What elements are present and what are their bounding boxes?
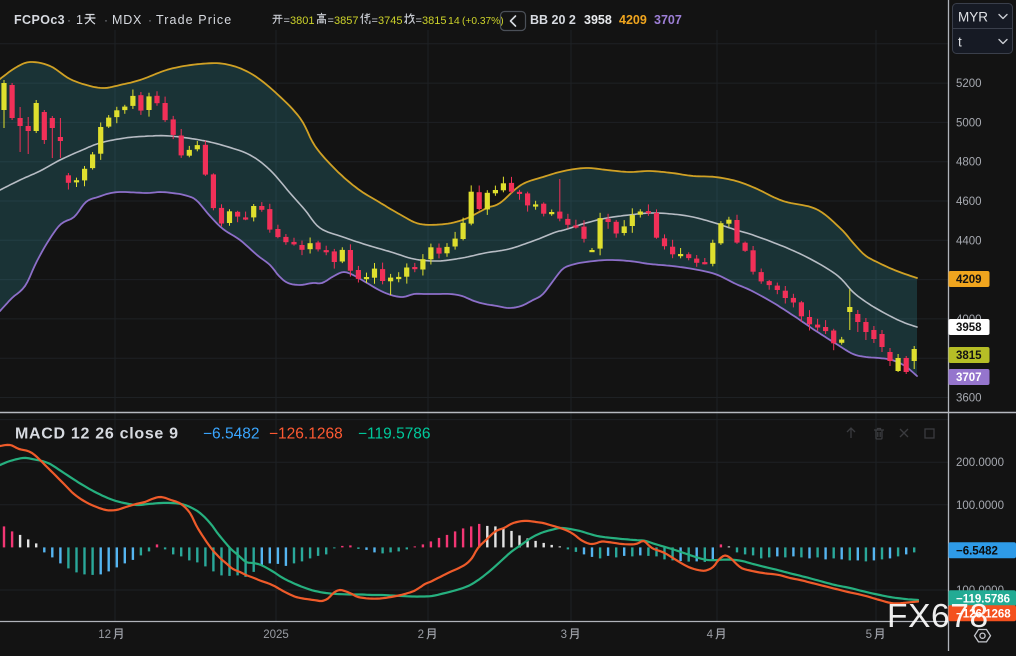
svg-text:4: 4 bbox=[707, 629, 714, 641]
svg-text:3: 3 bbox=[561, 629, 567, 641]
svg-text:4600: 4600 bbox=[956, 196, 982, 208]
svg-text:FCPOc3: FCPOc3 bbox=[14, 13, 65, 27]
svg-text:14: 14 bbox=[448, 15, 460, 27]
svg-text:·: · bbox=[148, 13, 152, 27]
svg-text:2025: 2025 bbox=[263, 629, 289, 641]
svg-text:12: 12 bbox=[98, 629, 111, 641]
svg-text:3857: 3857 bbox=[334, 15, 358, 27]
svg-text:3707: 3707 bbox=[654, 13, 682, 27]
svg-text:−126.1268: −126.1268 bbox=[269, 426, 343, 443]
svg-text:4400: 4400 bbox=[956, 235, 982, 247]
svg-text:−119.5786: −119.5786 bbox=[358, 426, 431, 443]
svg-text:2: 2 bbox=[418, 629, 424, 641]
svg-text:200.0000: 200.0000 bbox=[956, 457, 1004, 469]
svg-text:=: = bbox=[416, 15, 422, 27]
svg-text:=: = bbox=[328, 15, 334, 27]
svg-text:t: t bbox=[958, 35, 962, 50]
svg-text:3707: 3707 bbox=[956, 372, 982, 384]
svg-text:4209: 4209 bbox=[619, 13, 647, 27]
svg-text:3600: 3600 bbox=[956, 393, 982, 405]
svg-text:5200: 5200 bbox=[956, 78, 982, 90]
svg-text:BB 20 2: BB 20 2 bbox=[530, 13, 576, 27]
svg-text:3815: 3815 bbox=[956, 350, 982, 362]
svg-text:1: 1 bbox=[76, 13, 83, 27]
svg-text:−6.5482: −6.5482 bbox=[203, 426, 259, 443]
svg-text:·: · bbox=[104, 13, 108, 27]
svg-text:MACD 12 26 close 9: MACD 12 26 close 9 bbox=[15, 426, 179, 443]
svg-text:3801: 3801 bbox=[290, 15, 314, 27]
svg-text:·: · bbox=[67, 13, 71, 27]
svg-text:3958: 3958 bbox=[956, 322, 982, 334]
svg-text:=: = bbox=[372, 15, 378, 27]
svg-text:=: = bbox=[284, 15, 290, 27]
svg-text:3745: 3745 bbox=[378, 15, 402, 27]
svg-text:(+0.37%): (+0.37%) bbox=[462, 16, 504, 27]
svg-text:100.0000: 100.0000 bbox=[956, 500, 1004, 512]
svg-text:MYR: MYR bbox=[958, 10, 988, 25]
svg-text:MDX: MDX bbox=[112, 13, 142, 27]
svg-text:5000: 5000 bbox=[956, 117, 982, 129]
svg-text:FX678: FX678 bbox=[887, 598, 989, 635]
svg-text:4209: 4209 bbox=[956, 274, 982, 286]
svg-text:−6.5482: −6.5482 bbox=[956, 546, 998, 558]
svg-text:3958: 3958 bbox=[584, 13, 612, 27]
svg-text:4800: 4800 bbox=[956, 157, 982, 169]
svg-text:3815: 3815 bbox=[422, 15, 446, 27]
svg-text:5: 5 bbox=[866, 629, 872, 641]
svg-text:Trade Price: Trade Price bbox=[156, 13, 232, 27]
